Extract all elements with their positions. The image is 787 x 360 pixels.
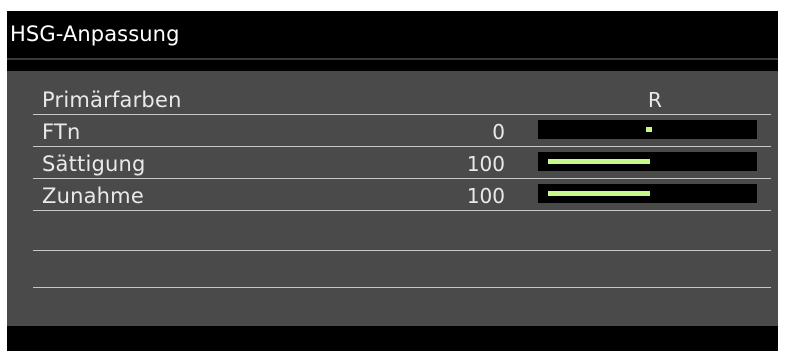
setting-value-gain: 100 xyxy=(466,184,505,208)
menu-title: HSG-Anpassung xyxy=(10,22,180,46)
setting-value-ftn: 0 xyxy=(492,120,505,144)
slider-fill-gain xyxy=(548,191,650,196)
empty-row-divider xyxy=(33,287,771,288)
footer-bar xyxy=(7,326,778,351)
slider-fill-ftn xyxy=(646,127,652,132)
setting-row-saturation[interactable]: Sättigung 100 xyxy=(33,146,771,179)
title-bar: HSG-Anpassung xyxy=(7,11,778,60)
setting-label-gain: Zunahme xyxy=(42,184,144,208)
setting-label-ftn: FTn xyxy=(42,120,81,144)
empty-row-divider xyxy=(33,250,771,251)
osd-menu: HSG-Anpassung Primärfarben R FTn 0 Sätti… xyxy=(7,11,778,351)
setting-label-saturation: Sättigung xyxy=(42,152,146,176)
setting-value-saturation: 100 xyxy=(466,152,505,176)
settings-panel: Primärfarben R FTn 0 Sättigung 100 Zunah… xyxy=(7,71,778,326)
slider-saturation[interactable] xyxy=(538,152,757,171)
slider-gain[interactable] xyxy=(538,184,757,203)
primary-color-label: Primärfarben xyxy=(42,88,182,112)
primary-color-value: R xyxy=(648,88,662,112)
slider-ftn[interactable] xyxy=(538,120,757,139)
slider-fill-saturation xyxy=(548,159,650,164)
primary-color-row[interactable]: Primärfarben R xyxy=(33,82,771,115)
setting-row-gain[interactable]: Zunahme 100 xyxy=(33,178,771,211)
setting-row-ftn[interactable]: FTn 0 xyxy=(33,114,771,147)
